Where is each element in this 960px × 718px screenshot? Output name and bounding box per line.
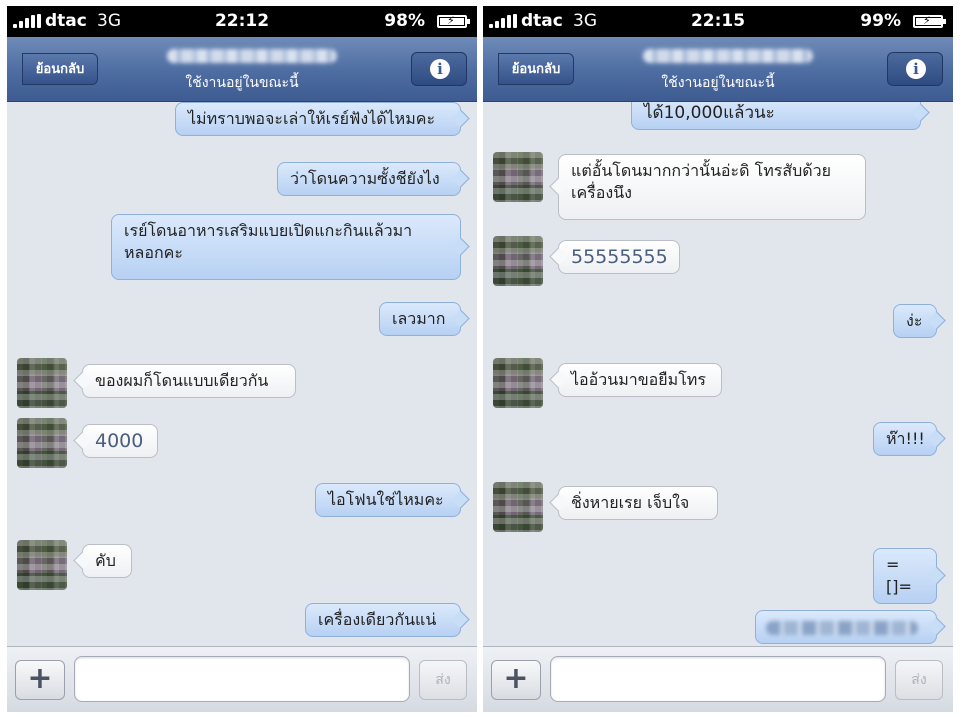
contact-avatar[interactable] — [493, 152, 543, 202]
message-outgoing[interactable]: เรย์โดนอาหารเสริมแบยเปิดแกะกินแล้วมา หลอ… — [111, 214, 461, 280]
chat-screen-right: dtac 3G 22:15 99% ⚡ ย้อนกลับ ใช้งานอยู่ใ… — [483, 6, 953, 712]
message-thread: ได้10,000แล้วนะ แต่อั้นโดนมากกว่านั้นอ่ะ… — [483, 102, 953, 646]
message-input[interactable] — [550, 656, 886, 702]
back-button-label: ย้อนกลับ — [511, 62, 561, 77]
info-button[interactable]: i — [887, 52, 943, 86]
info-button[interactable]: i — [411, 52, 467, 86]
battery-percent: 99% — [860, 11, 901, 31]
contact-avatar[interactable] — [17, 418, 67, 468]
message-outgoing-blurred[interactable] — [755, 610, 937, 644]
chat-screen-left: dtac 3G 22:12 98% ⚡ ย้อนกลับ ใช้งานอยู่ใ… — [7, 6, 477, 712]
info-icon: i — [430, 59, 450, 79]
message-outgoing[interactable]: เครื่องเดียวกันแน่ — [305, 603, 461, 637]
message-input[interactable] — [74, 656, 410, 702]
message-outgoing[interactable]: ง่ะ — [893, 304, 937, 338]
battery-percent: 98% — [384, 11, 425, 31]
nav-bar: ย้อนกลับ ใช้งานอยู่ในขณะนี้ i — [7, 37, 477, 102]
back-button-label: ย้อนกลับ — [35, 62, 85, 77]
contact-avatar[interactable] — [493, 358, 543, 408]
compose-bar: + ส่ง — [7, 646, 477, 712]
status-bar: dtac 3G 22:12 98% ⚡ — [7, 6, 477, 37]
message-incoming[interactable]: คับ — [82, 544, 132, 578]
contact-avatar[interactable] — [17, 358, 67, 408]
compose-bar: + ส่ง — [483, 646, 953, 712]
nav-bar: ย้อนกลับ ใช้งานอยู่ในขณะนี้ i — [483, 37, 953, 102]
message-incoming[interactable]: ของผมก็โดนแบบเดียวกัน — [82, 364, 296, 398]
message-outgoing[interactable]: ว่าโดนความซั้งชียังไง — [277, 162, 461, 196]
message-incoming[interactable]: ชิ่งหายเรย เจ็บใจ — [558, 486, 718, 520]
battery-icon: ⚡ — [437, 14, 470, 28]
contact-name-blurred — [167, 49, 337, 63]
add-attachment-button[interactable]: + — [15, 660, 65, 700]
message-outgoing[interactable]: ได้10,000แล้วนะ — [631, 102, 921, 130]
info-icon: i — [906, 59, 926, 79]
message-outgoing[interactable]: เลวมาก — [379, 302, 461, 336]
message-incoming[interactable]: แต่อั้นโดนมากกว่านั้นอ่ะดิ โทรสับด้วย เค… — [558, 154, 866, 220]
message-outgoing[interactable]: ไอโฟนใช่ไหมคะ — [315, 483, 461, 517]
message-outgoing[interactable]: ไม่ทราบพอจะเล่าให้เรย์ฟังได้ไหมคะ — [175, 102, 461, 136]
blurred-message-text — [766, 621, 918, 635]
contact-avatar[interactable] — [17, 540, 67, 590]
add-attachment-button[interactable]: + — [491, 660, 541, 700]
message-incoming[interactable]: 55555555 — [558, 240, 680, 274]
message-incoming[interactable]: 4000 — [82, 424, 158, 458]
contact-avatar[interactable] — [493, 482, 543, 532]
send-button[interactable]: ส่ง — [419, 660, 467, 700]
battery-icon: ⚡ — [913, 14, 946, 28]
contact-name-blurred — [643, 49, 813, 63]
status-bar: dtac 3G 22:15 99% ⚡ — [483, 6, 953, 37]
message-incoming[interactable]: ไออ้วนมาขอยืมโทร — [558, 363, 722, 397]
message-thread: ไม่ทราบพอจะเล่าให้เรย์ฟังได้ไหมคะ ว่าโดน… — [7, 102, 477, 646]
contact-avatar[interactable] — [493, 236, 543, 286]
message-outgoing[interactable]: =[]= — [873, 548, 937, 604]
send-button[interactable]: ส่ง — [895, 660, 943, 700]
message-outgoing[interactable]: ห๊า!!! — [873, 422, 937, 456]
